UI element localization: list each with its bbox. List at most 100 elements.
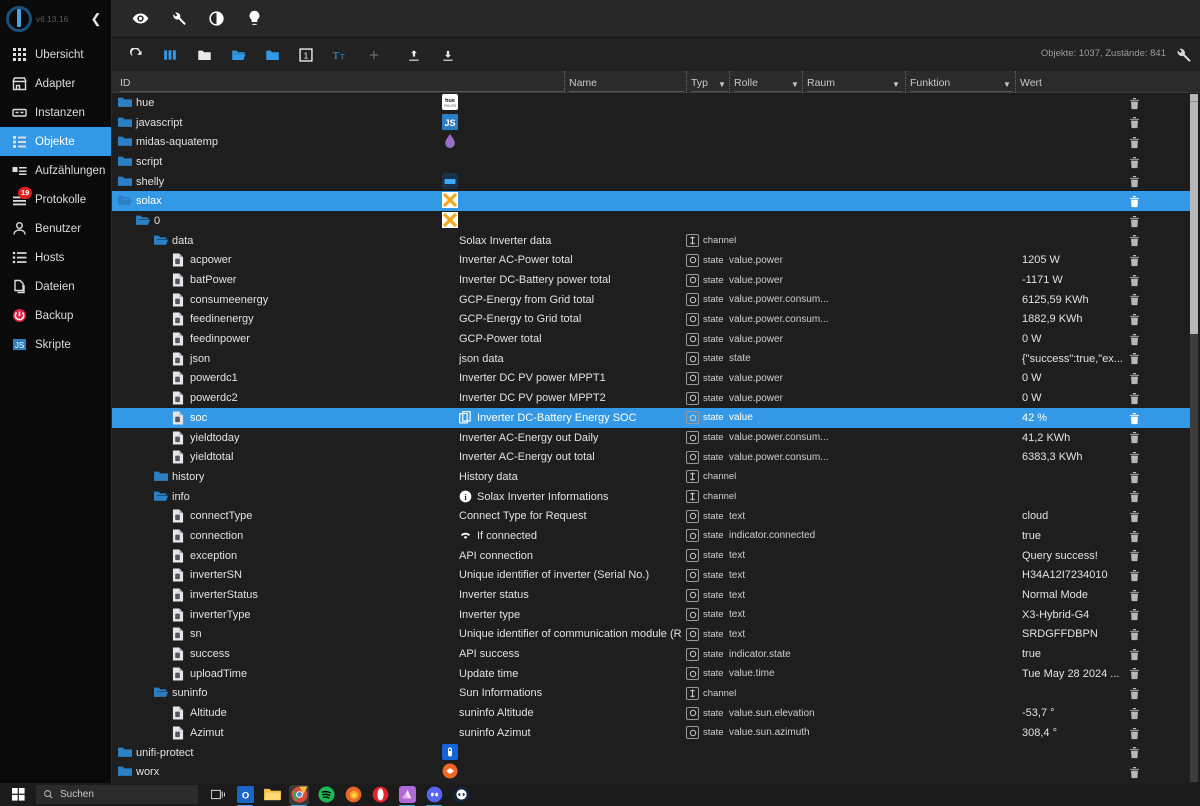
collapse-all-icon[interactable] <box>190 42 218 68</box>
row-value-cell[interactable] <box>1022 191 1192 211</box>
table-row[interactable]: batPowerInverter DC-Battery power totals… <box>112 270 1192 290</box>
folder-closed-icon[interactable] <box>118 155 132 169</box>
trash-icon[interactable] <box>1126 469 1142 485</box>
trash-icon[interactable] <box>1126 528 1142 544</box>
state-file-icon[interactable] <box>172 293 186 307</box>
folder-closed-icon[interactable] <box>118 96 132 110</box>
row-value-cell[interactable]: Query success! <box>1022 546 1192 566</box>
trash-icon[interactable] <box>1126 548 1142 564</box>
trash-icon[interactable] <box>1126 410 1142 426</box>
row-value-cell[interactable] <box>1022 211 1192 231</box>
column-header-wert[interactable]: Wert <box>1015 71 1075 93</box>
taskbar-search-input[interactable]: Suchen <box>36 785 198 804</box>
table-row[interactable]: huehuePHILIPS <box>112 93 1192 113</box>
row-value-cell[interactable]: {"success":true,"ex... <box>1022 349 1192 369</box>
state-file-icon[interactable] <box>172 726 186 740</box>
table-row[interactable]: inverterSNUnique identifier of inverter … <box>112 566 1192 586</box>
table-row[interactable]: yieldtodayInverter AC-Energy out Dailyst… <box>112 428 1192 448</box>
table-row[interactable]: inverterStatusInverter statusstatetextNo… <box>112 585 1192 605</box>
trash-icon[interactable] <box>1126 292 1142 308</box>
trash-icon[interactable] <box>1126 568 1142 584</box>
chrome-icon[interactable] <box>289 785 309 805</box>
folder-closed-icon[interactable] <box>118 765 132 779</box>
trash-icon[interactable] <box>1126 607 1142 623</box>
table-row[interactable]: uploadTimeUpdate timestatevalue.timeTue … <box>112 664 1192 684</box>
folder-closed-icon[interactable] <box>118 746 132 760</box>
text-format-icon[interactable]: TT <box>326 42 354 68</box>
table-row[interactable]: script <box>112 152 1192 172</box>
folder-open-icon[interactable] <box>136 214 150 228</box>
table-row[interactable]: successAPI successstateindicator.statetr… <box>112 644 1192 664</box>
state-file-icon[interactable] <box>172 529 186 543</box>
trash-icon[interactable] <box>1126 95 1142 111</box>
task-view-icon[interactable] <box>208 785 228 805</box>
state-file-icon[interactable] <box>172 431 186 445</box>
import-icon[interactable] <box>400 42 428 68</box>
trash-icon[interactable] <box>1126 154 1142 170</box>
state-file-icon[interactable] <box>172 647 186 661</box>
state-file-icon[interactable] <box>172 667 186 681</box>
table-row[interactable]: feedinenergyGCP-Energy to Grid totalstat… <box>112 310 1192 330</box>
row-value-cell[interactable]: 1882,9 KWh <box>1022 310 1192 330</box>
depth-one-icon[interactable]: 1 <box>292 42 320 68</box>
trash-icon[interactable] <box>1126 213 1142 229</box>
table-row[interactable]: dataSolax Inverter datachannel <box>112 231 1192 251</box>
table-row[interactable]: powerdc1Inverter DC PV power MPPT1statev… <box>112 369 1192 389</box>
state-file-icon[interactable] <box>172 549 186 563</box>
table-row[interactable]: shelly <box>112 172 1192 192</box>
row-value-cell[interactable]: true <box>1022 526 1192 546</box>
trash-icon[interactable] <box>1126 174 1142 190</box>
table-row[interactable]: acpowerInverter AC-Power totalstatevalue… <box>112 251 1192 271</box>
state-file-icon[interactable] <box>172 371 186 385</box>
export-icon[interactable] <box>434 42 462 68</box>
chevron-down-icon[interactable]: ▼ <box>890 75 902 92</box>
table-row[interactable]: Altitudesuninfo Altitudestatevalue.sun.e… <box>112 703 1192 723</box>
sidebar-item-benutzer[interactable]: Benutzer <box>0 214 111 243</box>
column-header-funktion[interactable]: Funktion▼ <box>905 71 1013 93</box>
table-row[interactable]: exceptionAPI connectionstatetextQuery su… <box>112 546 1192 566</box>
column-header-id[interactable]: ID <box>116 71 564 93</box>
add-icon[interactable] <box>360 42 388 68</box>
sidebar-item-protokolle[interactable]: 19Protokolle <box>0 185 111 214</box>
table-row[interactable]: unifi-protect <box>112 743 1192 763</box>
table-row[interactable]: consumeenergyGCP-Energy from Grid totals… <box>112 290 1192 310</box>
sidebar-item-adapter[interactable]: Adapter <box>0 69 111 98</box>
folder-open-icon[interactable] <box>154 686 168 700</box>
state-file-icon[interactable] <box>172 312 186 326</box>
trash-icon[interactable] <box>1126 705 1142 721</box>
state-file-icon[interactable] <box>172 332 186 346</box>
trash-icon[interactable] <box>1126 508 1142 524</box>
folder-closed-icon[interactable] <box>118 135 132 149</box>
eye-icon[interactable] <box>130 9 150 29</box>
state-file-icon[interactable] <box>172 391 186 405</box>
trash-icon[interactable] <box>1126 725 1142 741</box>
trash-icon[interactable] <box>1126 745 1142 761</box>
row-value-cell[interactable]: SRDGFFDBPN <box>1022 625 1192 645</box>
table-row[interactable]: connectTypeConnect Type for Requeststate… <box>112 506 1192 526</box>
table-row[interactable]: solax <box>112 191 1192 211</box>
table-row[interactable]: javascriptJS <box>112 113 1192 133</box>
row-value-cell[interactable]: 6383,3 KWh <box>1022 447 1192 467</box>
vertical-scrollbar[interactable] <box>1190 94 1198 782</box>
state-file-icon[interactable] <box>172 608 186 622</box>
trash-icon[interactable] <box>1126 489 1142 505</box>
state-file-icon[interactable] <box>172 352 186 366</box>
trash-icon[interactable] <box>1126 233 1142 249</box>
wrench-icon[interactable] <box>168 9 188 29</box>
row-value-cell[interactable]: H34A12I7234010 <box>1022 566 1192 586</box>
row-value-cell[interactable]: 42 % <box>1022 408 1192 428</box>
row-value-cell[interactable] <box>1022 152 1192 172</box>
table-row[interactable]: powerdc2Inverter DC PV power MPPT2statev… <box>112 388 1192 408</box>
state-file-icon[interactable] <box>172 706 186 720</box>
trash-icon[interactable] <box>1126 312 1142 328</box>
row-value-cell[interactable] <box>1022 231 1192 251</box>
objects-tree[interactable]: huehuePHILIPSjavascriptJSmidas-aquatemps… <box>112 93 1192 783</box>
trash-icon[interactable] <box>1126 390 1142 406</box>
trash-icon[interactable] <box>1126 627 1142 643</box>
row-value-cell[interactable] <box>1022 467 1192 487</box>
windows-start-icon[interactable] <box>0 783 36 806</box>
spotify-icon[interactable] <box>316 785 336 805</box>
table-row[interactable]: 0 <box>112 211 1192 231</box>
outlook-icon[interactable]: O <box>235 785 255 805</box>
trash-icon[interactable] <box>1126 371 1142 387</box>
